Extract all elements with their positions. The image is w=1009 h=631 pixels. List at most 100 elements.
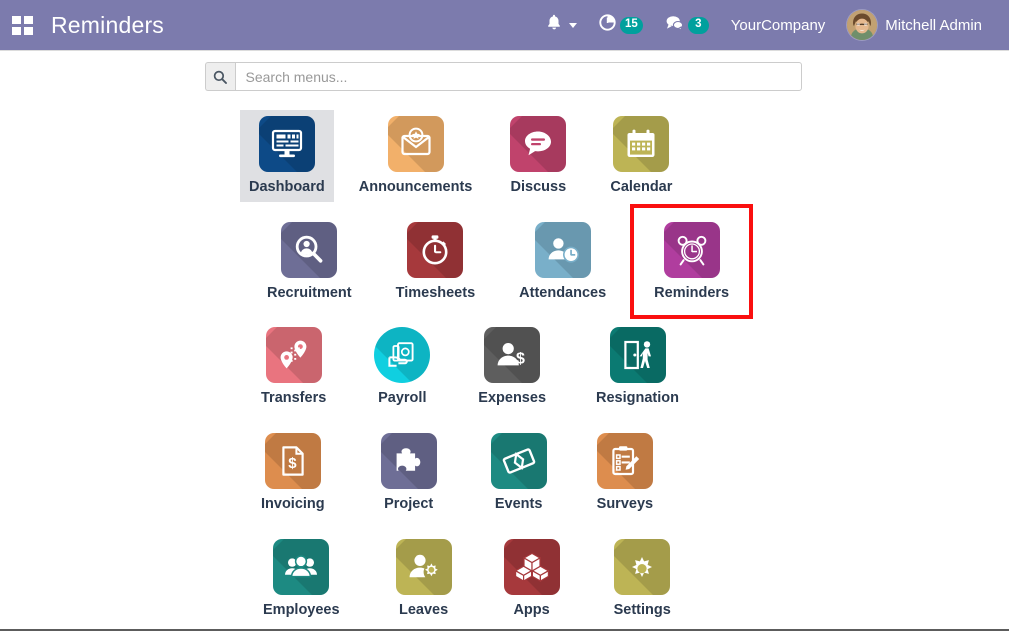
app-item-calendar[interactable]: Calendar	[601, 110, 681, 202]
puzzle-piece-icon-glyph	[392, 444, 426, 478]
clock-timer-icon	[599, 14, 616, 36]
app-label: Project	[384, 496, 434, 513]
app-label: Payroll	[378, 390, 427, 407]
messages-menu-button[interactable]: 3	[654, 0, 720, 51]
door-exit-icon-glyph	[621, 338, 655, 372]
ticket-icon-glyph	[502, 444, 536, 478]
dashboard-monitor-icon	[258, 116, 315, 172]
app-label: Transfers	[261, 390, 327, 407]
invoice-document-icon: $	[264, 433, 321, 490]
messages-count-badge: 3	[687, 16, 709, 34]
calendar-icon	[613, 116, 670, 172]
app-item-announcements[interactable]: Announcements	[350, 110, 482, 202]
app-item-settings[interactable]: Settings	[605, 533, 680, 625]
person-dollar-icon: $	[484, 327, 541, 384]
app-label: Expenses	[478, 390, 547, 407]
app-item-leaves[interactable]: Leaves	[387, 533, 461, 625]
speech-bubble-icon-glyph	[521, 127, 555, 161]
envelope-star-icon	[387, 116, 444, 172]
people-group-icon-glyph	[284, 550, 318, 584]
invoice-document-icon-glyph: $	[276, 444, 310, 478]
apps-grid: Dashboard Announcements Discuss Calendar Rec…	[0, 91, 1009, 624]
envelope-star-icon-glyph	[399, 127, 433, 161]
app-label: Leaves	[398, 601, 449, 618]
app-item-transfers[interactable]: Transfers	[252, 321, 335, 413]
app-row: Dashboard Announcements Discuss Calendar	[240, 110, 734, 202]
search-input[interactable]	[234, 62, 802, 91]
app-label: Invoicing	[261, 496, 325, 513]
app-label: Resignation	[596, 390, 679, 407]
money-hand-icon	[374, 327, 431, 384]
app-item-apps[interactable]: Apps	[495, 533, 569, 625]
app-item-surveys[interactable]: Surveys	[588, 427, 662, 519]
app-item-expenses[interactable]: $ Expenses	[469, 321, 555, 413]
map-pins-icon	[265, 327, 322, 384]
page-title: Reminders	[51, 11, 165, 38]
alarm-clock-icon	[663, 221, 720, 278]
company-name[interactable]: YourCompany	[720, 0, 837, 51]
timer-menu-button[interactable]: 15	[588, 0, 654, 51]
app-item-reminders[interactable]: Reminders	[645, 216, 738, 308]
app-label: Employees	[263, 601, 340, 618]
app-label: Attendances	[519, 284, 607, 301]
app-row: Employees Leaves Apps Settings	[254, 533, 734, 625]
app-item-resignation[interactable]: Resignation	[587, 321, 688, 413]
svg-text:$: $	[516, 351, 525, 368]
app-row: Transfers Payroll $ Expenses Resignation	[252, 321, 734, 413]
app-label: Recruitment	[267, 284, 352, 301]
app-label: Events	[494, 496, 543, 513]
people-group-icon	[273, 538, 330, 595]
search-row	[0, 51, 1009, 91]
stopwatch-icon-glyph	[418, 233, 452, 267]
person-clock-icon	[534, 221, 591, 278]
user-name-label: Mitchell Admin	[885, 16, 982, 34]
app-item-events[interactable]: Events	[482, 427, 556, 519]
clipboard-pencil-icon	[596, 433, 653, 490]
bell-icon	[546, 14, 562, 36]
timer-count-badge: 15	[619, 16, 643, 34]
speech-bubble-icon	[510, 116, 567, 172]
clipboard-pencil-icon-glyph	[608, 444, 642, 478]
top-navbar: Reminders 15 3 YourCompany Mitchell Admi…	[0, 0, 1009, 51]
app-item-invoicing[interactable]: $ Invoicing	[252, 427, 334, 519]
activities-menu-button[interactable]	[535, 0, 588, 51]
user-menu-button[interactable]: Mitchell Admin	[836, 0, 997, 51]
svg-text:$: $	[288, 455, 297, 472]
puzzle-piece-icon	[380, 433, 437, 490]
magnifier-person-icon	[281, 221, 338, 278]
dashboard-monitor-icon-glyph	[270, 127, 304, 161]
boxes-icon-glyph	[514, 550, 549, 584]
apps-menu-button[interactable]	[0, 0, 44, 51]
search-icon[interactable]	[204, 62, 235, 91]
app-label: Timesheets	[395, 284, 476, 301]
search-menus-group	[204, 62, 802, 91]
app-item-timesheets[interactable]: Timesheets	[387, 216, 485, 308]
app-label: Calendar	[610, 179, 673, 195]
money-hand-icon-glyph	[385, 338, 419, 372]
boxes-icon	[503, 538, 560, 595]
ticket-icon	[490, 433, 547, 490]
app-label: Announcements	[358, 179, 473, 195]
app-item-employees[interactable]: Employees	[254, 533, 349, 625]
app-launcher-page: Reminders 15 3 YourCompany Mitchell Admi…	[0, 0, 1009, 631]
app-label: Discuss	[510, 179, 567, 195]
stopwatch-icon	[407, 221, 464, 278]
magnifier-person-icon-glyph	[292, 233, 326, 267]
apps-grid-inner: Dashboard Announcements Discuss Calendar Rec…	[240, 110, 734, 625]
app-item-project[interactable]: Project	[372, 427, 446, 519]
person-clock-icon-glyph	[546, 233, 580, 267]
grid-apps-icon	[11, 15, 33, 35]
app-item-attendances[interactable]: Attendances	[510, 216, 615, 308]
app-item-payroll[interactable]: Payroll	[365, 321, 439, 413]
avatar	[847, 10, 878, 40]
calendar-icon-glyph	[624, 127, 658, 161]
app-item-discuss[interactable]: Discuss	[501, 110, 575, 202]
app-row: $ Invoicing Project Events Surveys	[252, 427, 734, 519]
app-item-dashboard[interactable]: Dashboard	[240, 110, 334, 202]
map-pins-icon-glyph	[277, 338, 311, 372]
app-item-recruitment[interactable]: Recruitment	[258, 216, 361, 308]
person-dollar-icon-glyph: $	[495, 338, 529, 372]
alarm-clock-icon-glyph	[675, 233, 709, 267]
person-gear-icon-glyph	[407, 550, 441, 584]
chat-bubble-icon	[665, 15, 684, 36]
